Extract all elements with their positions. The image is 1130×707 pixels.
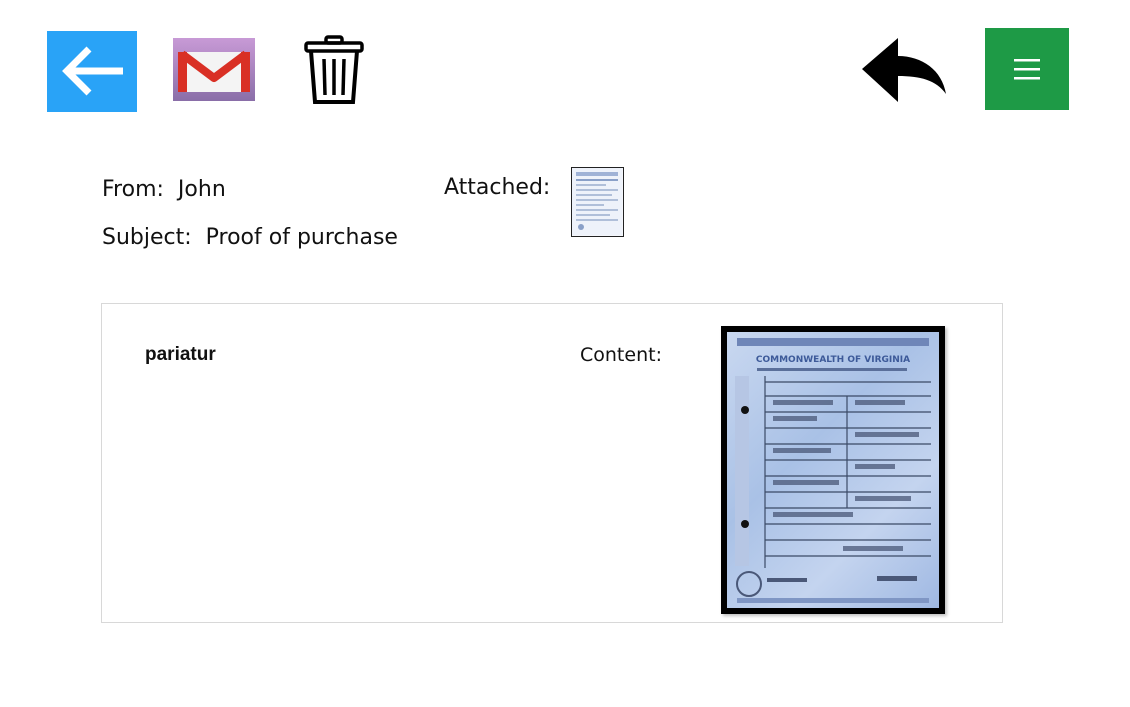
menu-button[interactable] [985,28,1069,110]
back-button[interactable] [47,31,137,112]
content-label: Content: [580,344,662,366]
reply-button[interactable] [860,36,948,106]
subject-value: Proof of purchase [205,225,398,250]
subject-label: Subject: [102,225,192,250]
arrow-left-icon [62,46,123,96]
trash-icon [304,35,364,104]
certificate-image: COMMONWEALTH OF VIRGINIA [735,338,931,603]
gmail-icon [178,50,250,92]
document-thumbnail-icon [572,168,622,235]
delete-button[interactable] [303,34,365,106]
message-body: pariatur [145,344,216,365]
from-value: John [177,177,226,202]
message-panel: pariatur Content: COMMONWEALTH OF VIRGIN… [101,303,1003,623]
content-document-image[interactable]: COMMONWEALTH OF VIRGINIA [721,326,945,614]
subject-field: Subject: Proof of purchase [102,225,398,250]
reply-arrow-icon [862,38,946,102]
document-header-text: COMMONWEALTH OF VIRGINIA [756,355,910,365]
from-label: From: [102,177,164,202]
hamburger-menu-icon [1014,59,1040,80]
attachment-thumbnail[interactable] [571,167,624,237]
email-view: From: John Subject: Proof of purchase At… [0,0,1130,707]
attached-label: Attached: [444,175,551,200]
from-field: From: John [102,177,226,202]
mail-button[interactable] [173,38,255,101]
